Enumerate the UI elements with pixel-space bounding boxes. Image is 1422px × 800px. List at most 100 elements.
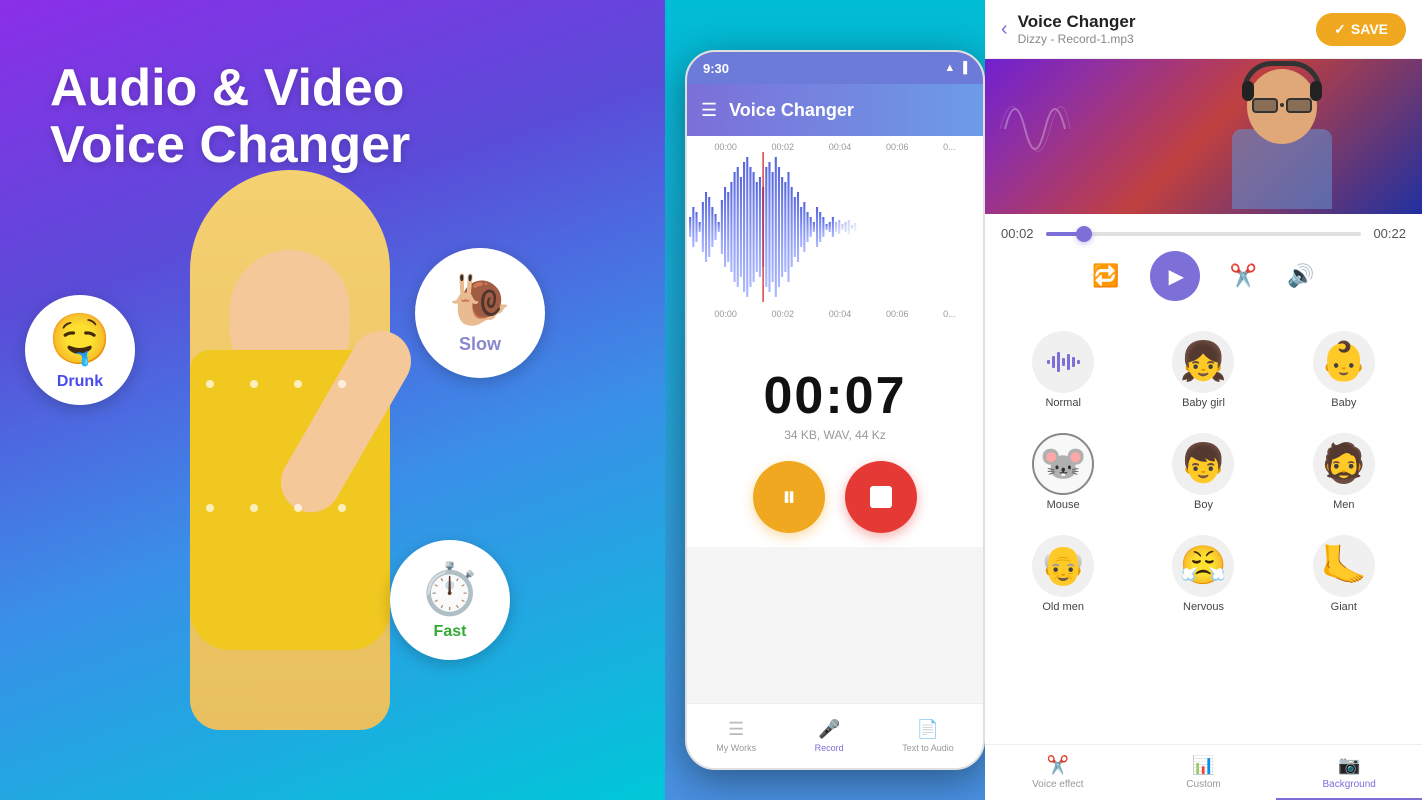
boy-label: Boy [1194,499,1213,511]
background-tab-icon: 📷 [1338,755,1360,776]
effect-men[interactable]: 🧔 Men [1278,425,1410,519]
text-audio-icon: 📄 [917,719,939,740]
men-icon-circle: 🧔 [1313,433,1375,495]
baby-icon-circle: 👶 [1313,331,1375,393]
nav-text-to-audio[interactable]: 📄 Text to Audio [902,719,954,753]
stop-button[interactable] [845,461,917,533]
title-line2: Voice Changer [50,117,410,174]
progress-bar[interactable] [1046,232,1361,236]
effect-boy[interactable]: 👦 Boy [1137,425,1269,519]
record-icon: 🎤 [818,719,840,740]
nav-record[interactable]: 🎤 Record [815,719,844,753]
playback-controls: 00:02 00:22 🔁 ▶ ✂️ 🔊 [985,214,1422,313]
phone-controls: ⏸ [687,447,983,547]
play-button[interactable]: ▶ [1150,251,1200,301]
time-total: 00:22 [1371,226,1406,241]
woman-illustration [100,150,480,800]
effect-normal[interactable]: Normal [997,323,1129,417]
tab-custom[interactable]: 📊 Custom [1131,745,1277,800]
effect-baby[interactable]: 👶 Baby [1278,323,1410,417]
right-subtitle: Dizzy - Record-1.mp3 [1018,32,1136,46]
fast-label: Fast [434,623,467,641]
effect-old-men[interactable]: 👴 Old men [997,527,1129,621]
repeat-icon: 🔁 [1092,263,1119,289]
effects-grid: Normal 👧 Baby girl 👶 Baby 🐭 Mouse [985,313,1422,744]
right-panel: ‹ Voice Changer Dizzy - Record-1.mp3 ✓ S… [985,0,1422,800]
slow-label: Slow [459,334,501,355]
pause-icon: ⏸ [782,481,796,514]
phone-file-info: 34 KB, WAV, 44 Kz [687,428,983,442]
right-header-left: ‹ Voice Changer Dizzy - Record-1.mp3 [1001,12,1135,46]
playback-buttons: 🔁 ▶ ✂️ 🔊 [1001,251,1406,301]
baby-girl-icon-circle: 👧 [1172,331,1234,393]
right-title: Voice Changer [1018,12,1136,32]
men-label: Men [1333,499,1354,511]
phone-app-header: ☰ Voice Changer [687,84,983,136]
waveform-bottom-labels: 00:00 00:02 00:04 00:06 0... [687,307,983,321]
time-current: 00:02 [1001,226,1036,241]
effect-mouse[interactable]: 🐭 Mouse [997,425,1129,519]
my-works-label: My Works [716,743,756,753]
right-header: ‹ Voice Changer Dizzy - Record-1.mp3 ✓ S… [985,0,1422,59]
left-panel: Audio & Video Voice Changer 🤤 Drunk 🐌 Sl… [0,0,665,800]
old-men-label: Old men [1042,601,1084,613]
mouse-label: Mouse [1047,499,1080,511]
preview-image [985,59,1422,214]
baby-label: Baby [1331,397,1356,409]
voice-effect-tab-label: Voice effect [1032,779,1084,790]
fast-icon: ⏱️ [419,560,481,619]
battery-icon: ▐ [959,62,967,74]
repeat-button[interactable]: 🔁 [1092,263,1119,289]
tab-voice-effect[interactable]: ✂️ Voice effect [985,745,1131,800]
normal-icon-circle [1032,331,1094,393]
record-label: Record [815,743,844,753]
waveform-area: 00:00 00:02 00:04 00:06 0... [687,136,983,356]
normal-label: Normal [1045,397,1080,409]
my-works-icon: ☰ [728,719,744,740]
scissors-icon: ✂️ [1230,263,1257,289]
menu-icon[interactable]: ☰ [701,100,717,121]
play-icon: ▶ [1169,264,1184,289]
title-group: Voice Changer Dizzy - Record-1.mp3 [1018,12,1136,46]
nav-my-works[interactable]: ☰ My Works [716,719,756,753]
progress-bar-row: 00:02 00:22 [1001,226,1406,241]
tab-background[interactable]: 📷 Background [1276,745,1422,800]
voice-effect-tab-icon: ✂️ [1047,755,1069,776]
background-tab-label: Background [1322,779,1375,790]
fast-badge[interactable]: ⏱️ Fast [390,540,510,660]
waveform-svg [687,152,983,302]
giant-label: Giant [1331,601,1357,613]
phone-app-title: Voice Changer [729,100,854,121]
phone-time: 9:30 [703,61,729,76]
bottom-tabs: ✂️ Voice effect 📊 Custom 📷 Background [985,744,1422,800]
wifi-icon: ▲ [944,62,955,74]
stop-icon [870,486,892,508]
mouse-icon-circle: 🐭 [1032,433,1094,495]
phone-status-icons: ▲ ▐ [944,62,967,74]
waveform-top-labels: 00:00 00:02 00:04 00:06 0... [687,136,983,152]
middle-panel: 9:30 ▲ ▐ ☰ Voice Changer 00:00 00:02 00:… [665,0,985,800]
slow-badge[interactable]: 🐌 Slow [415,248,545,378]
volume-button[interactable]: 🔊 [1287,263,1314,289]
effect-baby-girl[interactable]: 👧 Baby girl [1137,323,1269,417]
slow-icon: 🐌 [449,271,511,330]
save-label: SAVE [1351,21,1388,37]
effect-giant[interactable]: 🦶 Giant [1278,527,1410,621]
pause-button[interactable]: ⏸ [753,461,825,533]
back-button[interactable]: ‹ [1001,18,1008,41]
save-button[interactable]: ✓ SAVE [1316,13,1406,46]
phone-status-bar: 9:30 ▲ ▐ [687,52,983,84]
drunk-badge[interactable]: 🤤 Drunk [25,295,135,405]
nervous-label: Nervous [1183,601,1224,613]
title-line1: Audio & Video [50,60,410,117]
phone-timer-section: 00:07 34 KB, WAV, 44 Kz [687,356,983,447]
phone-timer: 00:07 [687,366,983,426]
cut-button[interactable]: ✂️ [1230,263,1257,289]
boy-icon-circle: 👦 [1172,433,1234,495]
volume-icon: 🔊 [1287,263,1314,289]
effect-nervous[interactable]: 😤 Nervous [1137,527,1269,621]
custom-tab-label: Custom [1186,779,1220,790]
drunk-label: Drunk [57,373,103,391]
text-audio-label: Text to Audio [902,743,954,753]
drunk-icon: 🤤 [49,310,111,369]
